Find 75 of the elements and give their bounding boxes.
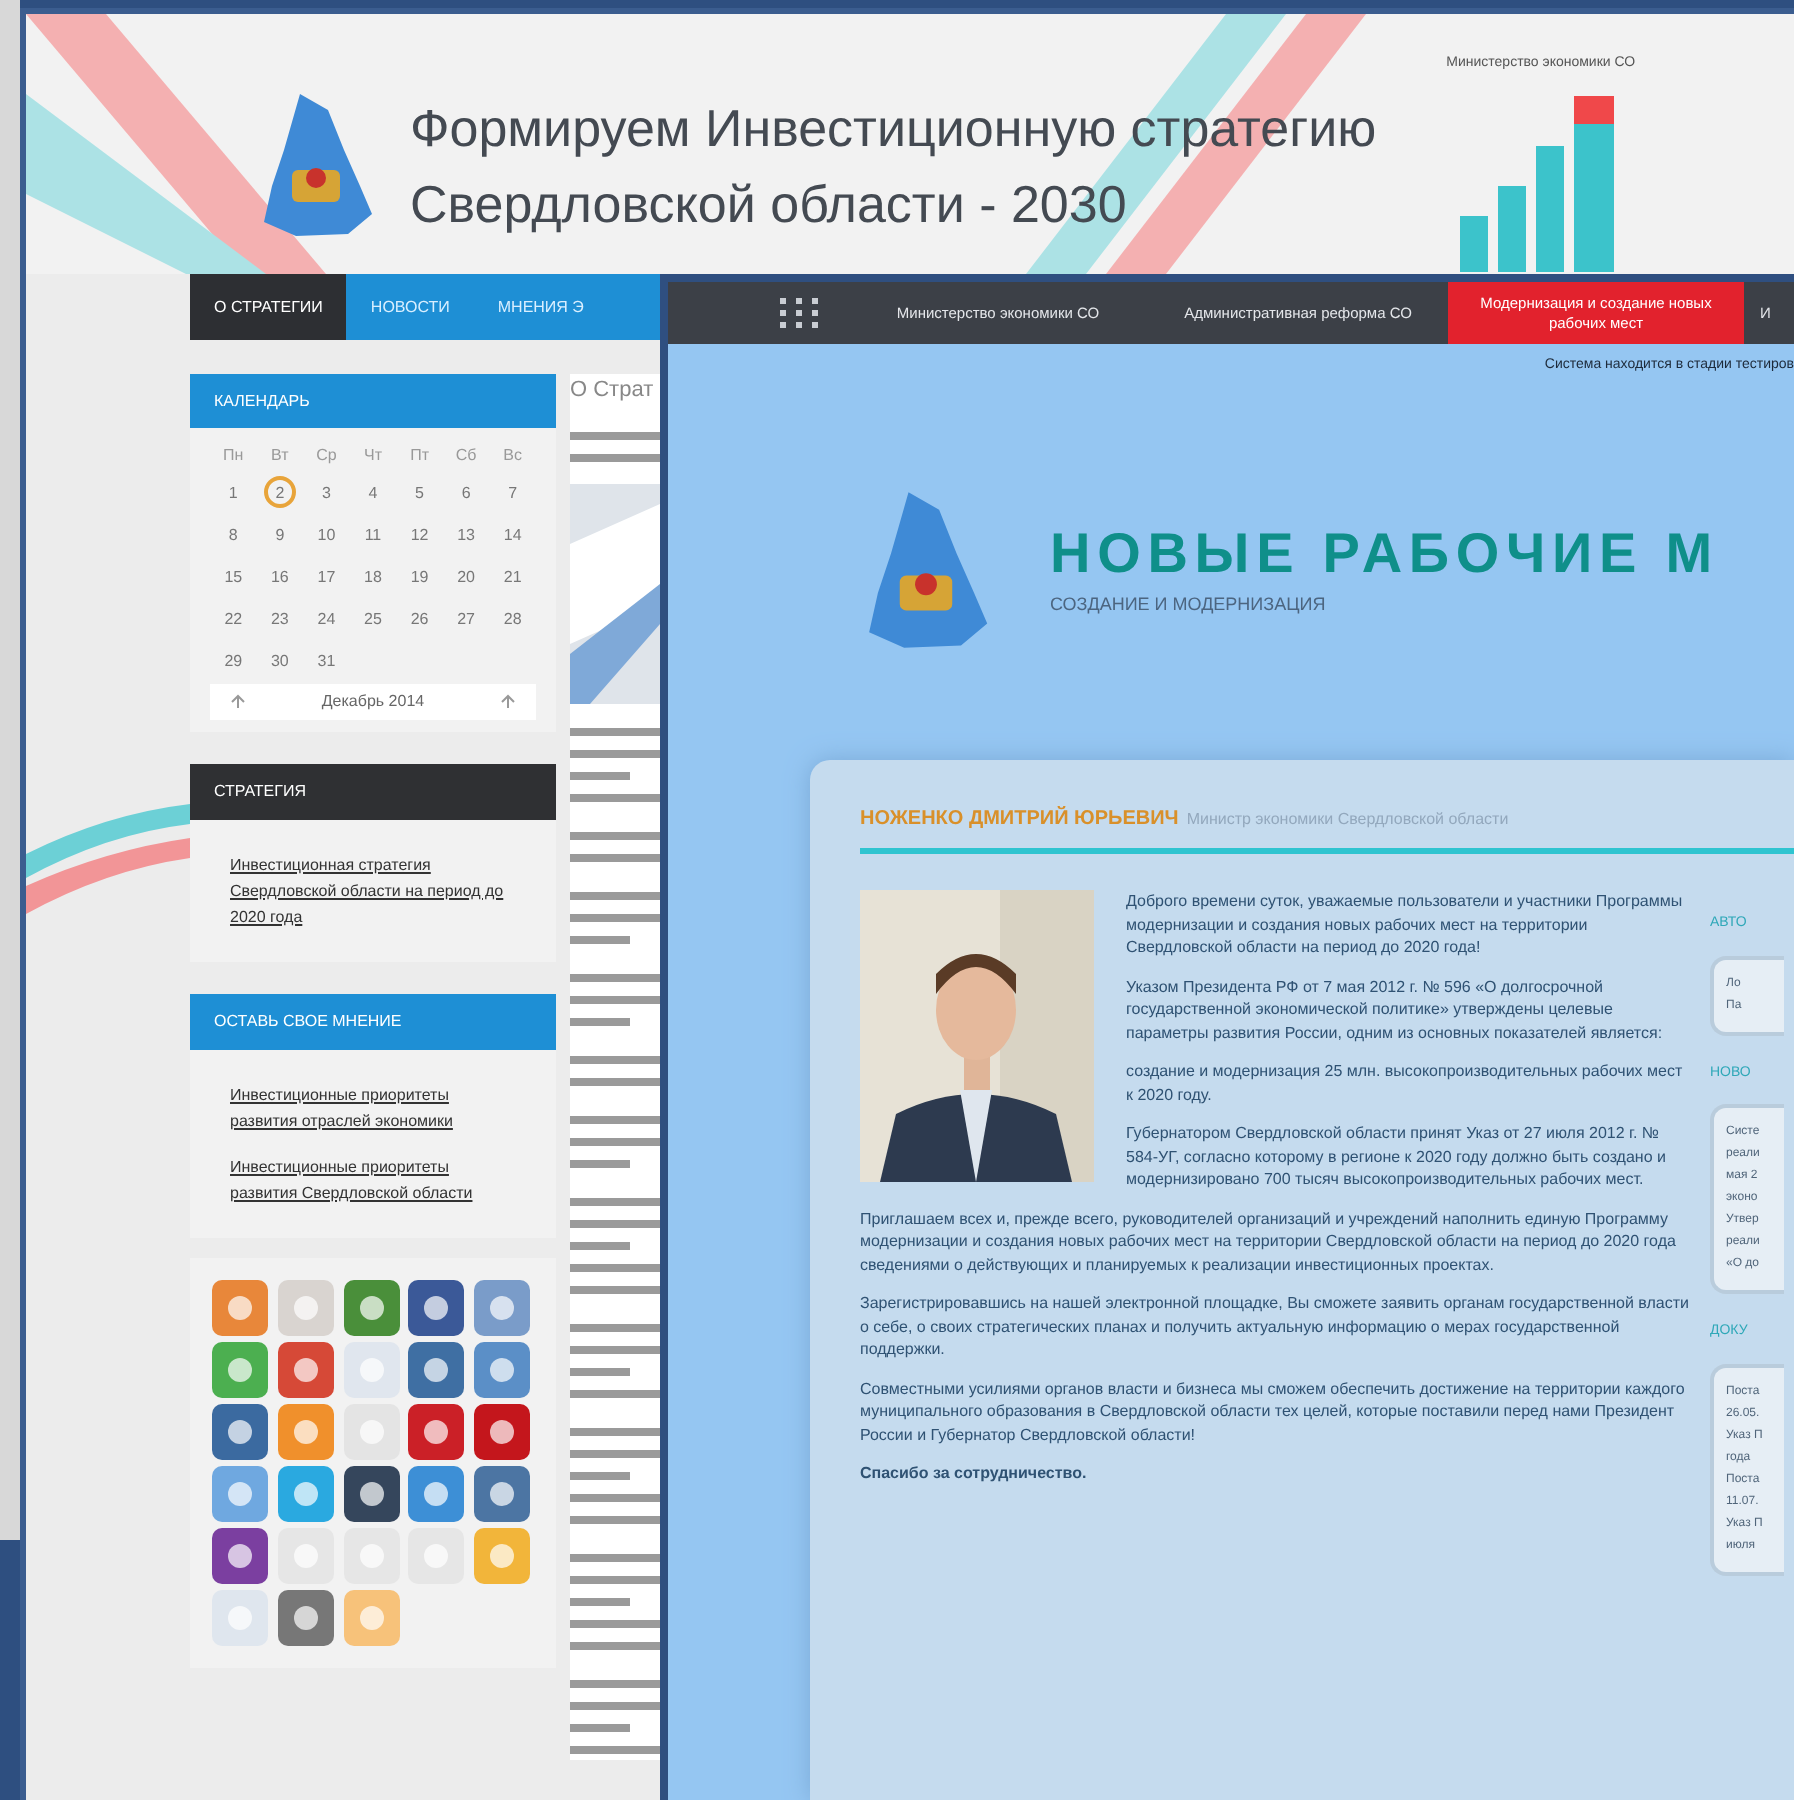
block-link[interactable]: Инвестиционные приоритеты развития Свердловской области xyxy=(230,1154,516,1206)
calendar-day[interactable]: 27 xyxy=(450,602,483,634)
weekday-label: Ср xyxy=(314,444,339,468)
calendar-day[interactable]: 28 xyxy=(496,602,529,634)
calendar-day[interactable]: 30 xyxy=(263,644,296,676)
weekday-label: Сб xyxy=(453,444,479,468)
calendar-day[interactable]: 15 xyxy=(217,560,250,592)
share-icon[interactable] xyxy=(275,1340,336,1400)
nav-tab[interactable]: О СТРАТЕГИИ xyxy=(190,274,347,340)
site-title: Свердловской области - 2030 xyxy=(410,172,1129,238)
calendar-day[interactable]: 24 xyxy=(310,602,343,634)
share-icon[interactable] xyxy=(472,1402,533,1462)
share-icon[interactable] xyxy=(341,1464,402,1524)
calendar-day[interactable]: 22 xyxy=(217,602,250,634)
calendar-day[interactable]: 8 xyxy=(217,518,250,550)
calendar-day[interactable]: 5 xyxy=(403,476,436,508)
share-icon[interactable] xyxy=(210,1526,270,1586)
calendar-day[interactable]: 29 xyxy=(217,644,250,676)
calendar-day[interactable]: 23 xyxy=(263,602,296,634)
calendar-title: КАЛЕНДАРЬ xyxy=(214,389,310,413)
grid-menu-icon[interactable] xyxy=(780,297,820,329)
calendar-day[interactable]: 18 xyxy=(356,560,389,592)
body-paragraph: Зарегистрировавшись на нашей электронной площадке, Вы сможете заявить органам государственной власти о себе, о своих стратегических планах и получить актуальную информацию о мерах государственной поддержки. xyxy=(860,1292,1690,1361)
month-label: Декабрь 2014 xyxy=(321,690,425,714)
weekday-label: Чт xyxy=(361,444,384,468)
calendar-day[interactable]: 31 xyxy=(310,644,343,676)
prev-arrow-icon[interactable] xyxy=(230,694,246,710)
block-link[interactable]: Инвестиционная стратегия Свердловской области на период до 2020 года xyxy=(230,852,516,930)
calendar-day[interactable]: 4 xyxy=(356,476,389,508)
body-paragraph: Совместными усилиями органов власти и бизнеса мы сможем обеспечить достижение на территории каждого муниципального образования в Свердловской области тех целей, которые поставили перед нами Президент России и Губернатор Свердловской области! xyxy=(860,1377,1687,1446)
calendar-day[interactable]: 17 xyxy=(310,560,343,592)
nav-tab[interactable]: НОВОСТИ xyxy=(346,274,474,340)
share-icon[interactable] xyxy=(406,1402,467,1462)
share-icon[interactable] xyxy=(275,1588,336,1648)
calendar-day[interactable]: 10 xyxy=(310,518,343,550)
body-paragraph: Губернатором Свердловской области принят Указ от 27 июля 2012 г. № 584-УГ, согласно которому в регионе к 2020 году должно быть создано и модернизировано 700 тысяч высокопроизводительных рабочих мест. xyxy=(1124,1122,1668,1191)
weekday-label: Пн xyxy=(221,444,246,468)
share-icon[interactable] xyxy=(406,1340,467,1400)
calendar-day[interactable]: 1 xyxy=(217,476,250,508)
calendar-day[interactable]: 7 xyxy=(496,476,529,508)
article-heading: О Страт xyxy=(570,376,656,406)
weekday-label: Вт xyxy=(269,444,291,468)
calendar-day[interactable]: 20 xyxy=(450,560,483,592)
site-subtitle: СОЗДАНИЕ И МОДЕРНИЗАЦИЯ xyxy=(1050,592,1328,618)
site-title: НОВЫЕ РАБОЧИЕ М xyxy=(1050,524,1719,584)
calendar-day[interactable]: 3 xyxy=(310,476,343,508)
calendar-day[interactable]: 2 xyxy=(263,476,296,508)
block-title: ОСТАВЬ СВОЕ МНЕНИЕ xyxy=(214,1010,402,1034)
weekday-label: Вс xyxy=(501,444,525,468)
calendar-day[interactable]: 14 xyxy=(496,518,529,550)
next-arrow-icon[interactable] xyxy=(500,694,516,710)
site-title: Формируем Инвестиционную стратегию xyxy=(410,96,1377,162)
body-paragraph: создание и модернизация 25 млн. высокопроизводительных рабочих мест к 2020 году. xyxy=(1124,1060,1685,1106)
share-icon[interactable] xyxy=(406,1278,467,1338)
calendar-day[interactable]: 6 xyxy=(450,476,483,508)
nav-tab[interactable]: МНЕНИЯ Э xyxy=(473,274,608,340)
block-title: СТРАТЕГИЯ xyxy=(214,780,306,804)
share-icon[interactable] xyxy=(210,1402,270,1462)
calendar-day[interactable]: 13 xyxy=(450,518,483,550)
body-paragraph: Приглашаем всех и, прежде всего, руководителей организаций и учреждений наполнить единую Программу модернизации и создания новых рабочих мест на территории Свердловской области на период до 2020 года сведениями о действующих и планируемых к реализации инвестиционных проектах. xyxy=(860,1207,1678,1276)
closing-text: Спасибо за сотрудничество. xyxy=(860,1462,1089,1485)
body-paragraph: Указом Президента РФ от 7 мая 2012 г. № 596 «О долгосрочной государственной экономической политике» утверждены целевые параметры развития России, одним из основных показателей является: xyxy=(1124,975,1665,1044)
weekday-label: Пт xyxy=(408,444,431,468)
author-name: НОЖЕНКО ДМИТРИЙ ЮРЬЕВИЧ xyxy=(860,804,1179,834)
calendar-day[interactable]: 9 xyxy=(263,518,296,550)
block-link[interactable]: Инвестиционные приоритеты развития отраслей экономики xyxy=(230,1082,516,1134)
calendar-day[interactable]: 11 xyxy=(356,518,389,550)
calendar-day[interactable]: 25 xyxy=(356,602,389,634)
calendar-day[interactable]: 19 xyxy=(403,560,436,592)
share-icon[interactable] xyxy=(472,1464,533,1524)
calendar-day[interactable]: 26 xyxy=(403,602,436,634)
calendar-day[interactable]: 21 xyxy=(496,560,529,592)
calendar-day[interactable]: 12 xyxy=(403,518,436,550)
body-paragraph: Доброго времени суток, уважаемые пользователи и участники Программы модернизации и создания новых рабочих мест на территории Свердловской области на период до 2020 года! xyxy=(1124,890,1685,959)
calendar-day[interactable]: 16 xyxy=(263,560,296,592)
